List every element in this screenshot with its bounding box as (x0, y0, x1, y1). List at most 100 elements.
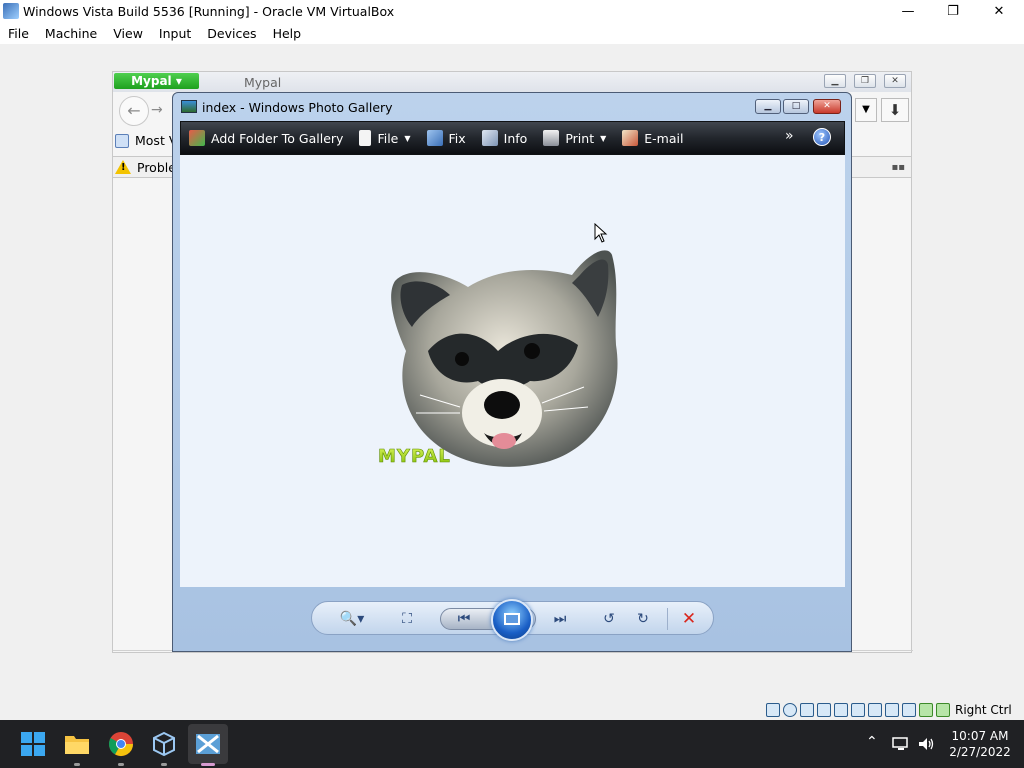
window-title: Windows Vista Build 5536 [Running] - Ora… (23, 3, 395, 19)
raccoon-image: MYPAL (378, 250, 618, 467)
raccoon-eye-right (524, 343, 540, 359)
rotate-clockwise-icon[interactable]: ↻ (632, 608, 654, 630)
menu-devices[interactable]: Devices (207, 26, 256, 41)
menu-machine[interactable]: Machine (45, 26, 97, 41)
email-icon (622, 130, 639, 146)
volume-icon[interactable] (917, 735, 935, 753)
photo-gallery-title: index - Windows Photo Gallery (202, 100, 393, 115)
network-icon[interactable] (834, 703, 848, 717)
photo-gallery-titlebar[interactable]: index - Windows Photo Gallery ▁ □ ✕ (173, 93, 851, 120)
slideshow-button[interactable] (491, 599, 533, 641)
photo-gallery-app-icon (181, 100, 197, 113)
mypal-titlebar[interactable]: Mypal ▾ Mypal ▁ ❐ ✕ (113, 72, 911, 92)
gallery-minimize-button[interactable]: ▁ (755, 99, 781, 114)
vista-vm-taskbar-icon[interactable] (194, 730, 222, 758)
menu-help[interactable]: Help (273, 26, 302, 41)
running-indicator (74, 763, 80, 766)
raccoon-nose (484, 391, 520, 419)
add-folder-button[interactable]: Add Folder To Gallery (189, 130, 343, 146)
print-button[interactable]: Print ▼ (543, 130, 606, 146)
more-commands-icon[interactable]: » (785, 128, 794, 144)
hard-disk-icon[interactable] (766, 703, 780, 717)
keyboard-capture-icon[interactable] (936, 703, 950, 717)
gallery-maximize-button[interactable]: □ (783, 99, 809, 114)
email-label: E-mail (644, 130, 684, 146)
close-button[interactable]: ✕ (976, 0, 1022, 22)
windows-start-icon[interactable] (19, 730, 47, 758)
photo-gallery-window[interactable]: index - Windows Photo Gallery ▁ □ ✕ Add … (172, 92, 852, 652)
next-icon[interactable]: ⏭ (548, 608, 572, 630)
clock-time: 10:07 AM (951, 729, 1009, 743)
file-icon (359, 130, 372, 146)
mypal-menu-button[interactable]: Mypal ▾ (114, 73, 199, 89)
info-button[interactable]: Info (481, 130, 528, 146)
host-key-label: Right Ctrl (955, 703, 1012, 717)
cpu-icon[interactable] (902, 703, 916, 717)
bookmark-most-visited[interactable]: Most V (115, 133, 177, 148)
restore-button[interactable]: ❐ (930, 0, 976, 22)
shared-folders-icon[interactable] (851, 703, 865, 717)
mypal-close-button[interactable]: ✕ (884, 74, 906, 88)
optical-drive-icon[interactable] (783, 703, 797, 717)
zoom-icon[interactable]: 🔍▾ (334, 608, 370, 630)
file-explorer-icon[interactable] (63, 730, 91, 758)
help-icon[interactable]: ? (813, 128, 831, 146)
forward-icon[interactable]: → (151, 102, 163, 118)
add-folder-icon (189, 130, 205, 146)
menu-view[interactable]: View (113, 26, 143, 41)
virtualbox-app-icon (3, 3, 19, 19)
slideshow-icon (504, 613, 520, 625)
grip-icon[interactable]: ▪▪ (891, 162, 905, 173)
chevron-down-icon: ▼ (600, 133, 607, 143)
menu-file[interactable]: File (8, 26, 29, 41)
virtualbox-status-bar: Right Ctrl (766, 700, 1024, 720)
usb-icon[interactable] (817, 703, 831, 717)
audio-icon[interactable] (800, 703, 814, 717)
mypal-minimize-button[interactable]: ▁ (824, 74, 846, 88)
active-indicator (201, 763, 215, 766)
gallery-close-button[interactable]: ✕ (813, 99, 841, 114)
menu-input[interactable]: Input (159, 26, 191, 41)
chrome-icon[interactable] (107, 730, 135, 758)
virtualbox-taskbar-icon[interactable] (150, 730, 178, 758)
mypal-title: Mypal (244, 75, 282, 90)
dropdown-arrow-icon[interactable]: ▼ (855, 98, 877, 122)
taskbar: ⌃ 10:07 AM 2/27/2022 (0, 720, 1024, 768)
info-icon (481, 130, 498, 146)
network-tray-icon[interactable] (892, 736, 910, 752)
rotate-counterclockwise-icon[interactable]: ↺ (598, 608, 620, 630)
previous-icon[interactable]: ⏮ (452, 608, 476, 630)
raccoon-eye-left (455, 352, 469, 366)
divider (667, 608, 668, 630)
fix-icon (426, 130, 443, 146)
playback-controls: 🔍▾ ⛶ ⏮ ⏭ ↺ ↻ ✕ (311, 599, 714, 641)
add-folder-label: Add Folder To Gallery (211, 130, 344, 146)
file-label: File (377, 130, 399, 146)
mypal-restore-button[interactable]: ❐ (854, 74, 876, 88)
clock[interactable]: 10:07 AM 2/27/2022 (940, 728, 1020, 760)
fix-button[interactable]: Fix (426, 130, 466, 146)
fix-label: Fix (448, 130, 466, 146)
download-icon[interactable]: ⬇ (881, 98, 909, 122)
recording-icon[interactable] (885, 703, 899, 717)
back-icon[interactable]: ← (119, 96, 149, 126)
image-viewer[interactable]: MYPAL (180, 155, 845, 587)
minimize-button[interactable]: — (885, 0, 931, 22)
email-button[interactable]: E-mail (622, 130, 683, 146)
delete-icon[interactable]: ✕ (678, 608, 700, 630)
virtualbox-titlebar: Windows Vista Build 5536 [Running] - Ora… (0, 0, 1024, 22)
actual-size-icon[interactable]: ⛶ (396, 608, 418, 630)
clock-date: 2/27/2022 (949, 745, 1011, 759)
chevron-up-icon[interactable]: ⌃ (866, 734, 878, 750)
bookmark-icon (115, 133, 129, 148)
raccoon-tongue (492, 433, 516, 449)
mypal-logo-text: MYPAL (378, 446, 451, 467)
mouse-integration-icon[interactable] (919, 703, 933, 717)
info-label: Info (503, 130, 528, 146)
warning-icon (115, 160, 131, 174)
display-icon[interactable] (868, 703, 882, 717)
running-indicator (118, 763, 124, 766)
running-indicator (161, 763, 167, 766)
file-menu-button[interactable]: File ▼ (359, 130, 411, 146)
mouse-cursor-icon (594, 223, 608, 243)
